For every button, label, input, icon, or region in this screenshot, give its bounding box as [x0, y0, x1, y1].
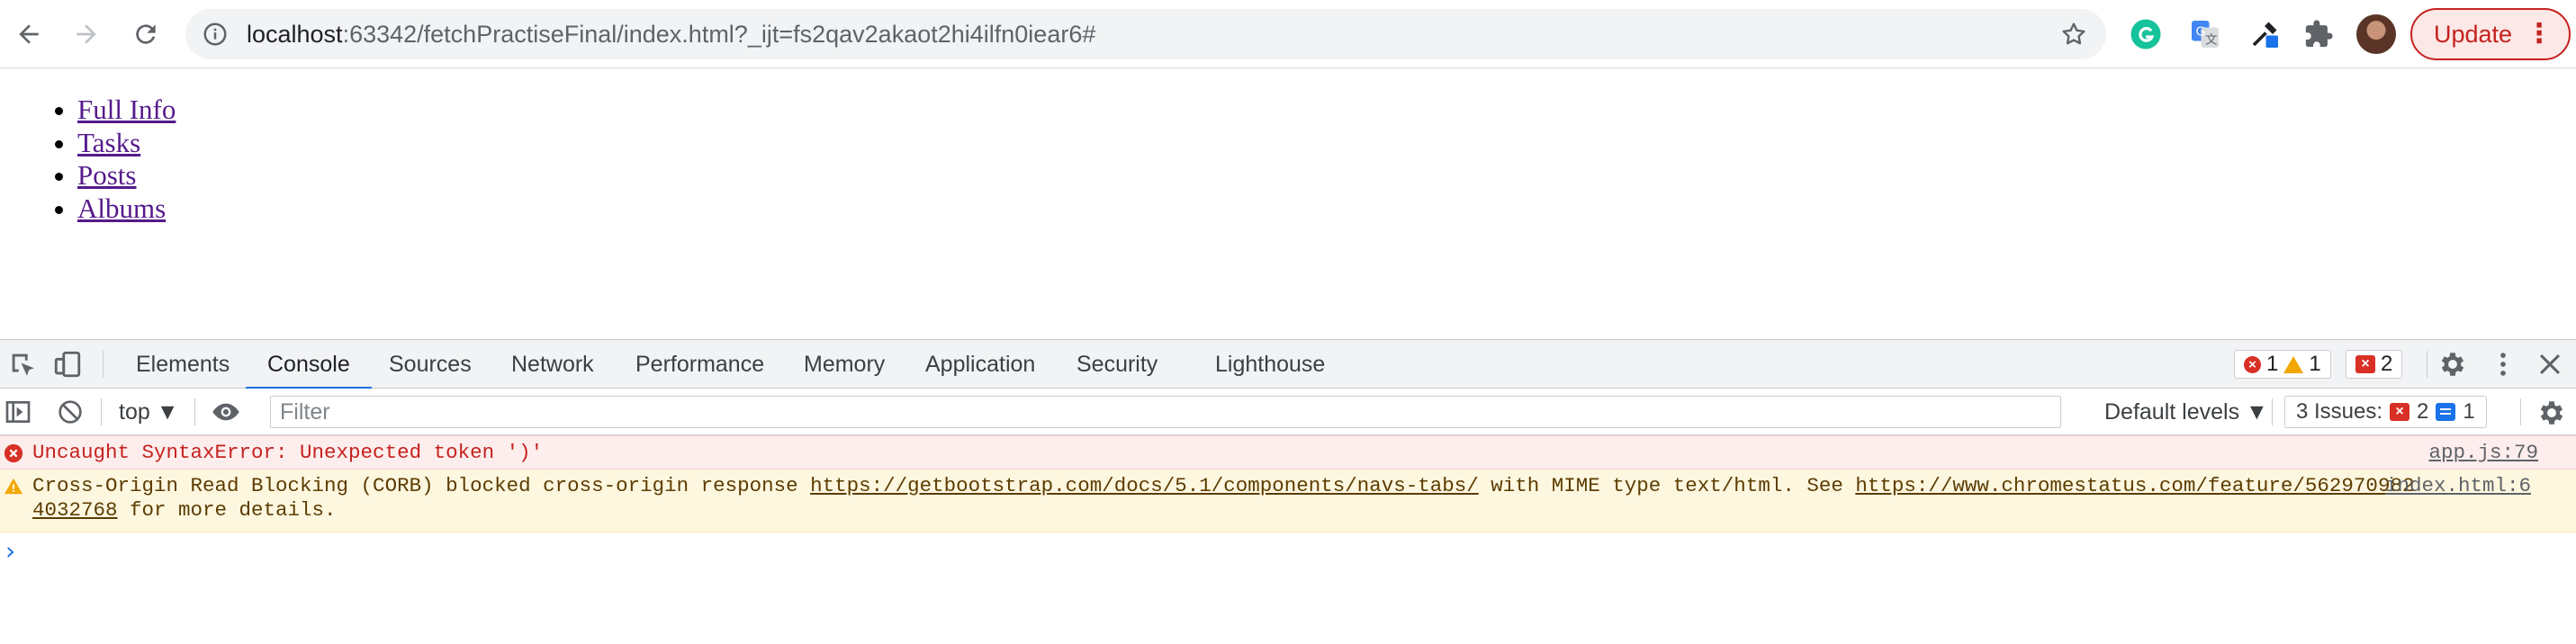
sidebar-toggle-icon[interactable] — [4, 398, 32, 426]
error-icon: × — [2244, 355, 2261, 373]
link-tasks[interactable]: Tasks — [77, 127, 140, 158]
arrow-right-icon — [77, 24, 96, 44]
link-full-info[interactable]: Full Info — [77, 94, 176, 125]
issues-label: 3 Issues: — [2296, 399, 2383, 424]
divider — [2520, 398, 2521, 425]
warning-text-post: for more details. — [117, 498, 337, 522]
more-vertical-icon[interactable] — [2488, 349, 2518, 380]
list-item: Tasks — [77, 127, 176, 160]
tab-lighthouse[interactable]: Lighthouse — [1215, 340, 1325, 389]
issue-info-icon — [2436, 403, 2456, 421]
warning-link-bootstrap[interactable]: https://getbootstrap.com/docs/5.1/compon… — [810, 474, 1479, 497]
tab-sources[interactable]: Sources — [389, 340, 472, 389]
context-select[interactable]: top ▼ — [119, 389, 178, 435]
error-text: Uncaught SyntaxError: Unexpected token '… — [32, 441, 544, 464]
grammarly-icon[interactable] — [2128, 16, 2164, 52]
issue-error-icon: × — [2390, 403, 2410, 421]
divider — [101, 398, 102, 425]
warning-link-chromestatus[interactable]: https://www.chromestatus.com/feature/562… — [1855, 474, 2414, 497]
filter-input[interactable]: Filter — [270, 396, 2061, 428]
reload-icon — [136, 24, 156, 44]
console-warning-message: Cross-Origin Read Blocking (CORB) blocke… — [0, 470, 2576, 532]
device-toolbar-icon[interactable] — [52, 349, 83, 380]
url-path: :63342/fetchPractiseFinal/index.html?_ij… — [342, 21, 1096, 48]
back-button[interactable] — [9, 14, 49, 54]
google-translate-icon[interactable]: G文 — [2187, 16, 2223, 52]
error-source-link[interactable]: app.js:79 — [2428, 441, 2538, 465]
nav-list: Full Info Tasks Posts Albums — [77, 94, 176, 225]
page-content: Full Info Tasks Posts Albums — [0, 68, 2576, 338]
log-levels-dropdown[interactable]: Default levels ▼ — [2104, 389, 2268, 435]
console-filter-bar: top ▼ Filter Default levels ▼ 3 Issues: … — [0, 389, 2576, 435]
puzzle-extension-icon[interactable] — [2301, 16, 2337, 52]
issues-blue-count: 1 — [2463, 399, 2475, 424]
warning-link-chromestatus-cont[interactable]: 4032768 — [32, 498, 118, 522]
warning-icon — [2283, 355, 2304, 373]
issues-counter[interactable]: × 2 — [2346, 350, 2403, 379]
error-circle-icon — [4, 443, 23, 463]
divider — [194, 398, 195, 425]
error-warning-counter[interactable]: × 1 1 — [2234, 350, 2331, 379]
link-posts[interactable]: Posts — [77, 159, 136, 191]
issues-button[interactable]: 3 Issues: × 2 1 — [2284, 396, 2487, 428]
warning-text-mid: with MIME type text/html. See — [1478, 474, 1856, 497]
reload-button[interactable] — [126, 14, 166, 54]
issue-error-icon: × — [2355, 355, 2375, 373]
console-prompt[interactable]: › — [5, 536, 15, 566]
warning-source-link[interactable]: index.html:6 — [2385, 474, 2531, 498]
tab-console[interactable]: Console — [246, 340, 372, 389]
warning-count: 1 — [2309, 352, 2321, 376]
list-item: Full Info — [77, 94, 176, 127]
tab-elements[interactable]: Elements — [136, 340, 230, 389]
tab-network[interactable]: Network — [511, 340, 594, 389]
warning-text-line2: 4032768 for more details. — [32, 498, 337, 523]
live-expression-eye-icon[interactable] — [211, 398, 241, 426]
url-host: localhost — [247, 21, 343, 48]
profile-avatar[interactable] — [2356, 14, 2396, 54]
bookmark-star-icon[interactable] — [2059, 20, 2088, 49]
list-item: Posts — [77, 159, 176, 192]
link-albums[interactable]: Albums — [77, 192, 166, 224]
arrow-left-icon — [19, 24, 39, 44]
divider — [103, 351, 104, 378]
inspect-element-icon[interactable] — [7, 349, 38, 380]
list-item: Albums — [77, 192, 176, 226]
url-text[interactable]: localhost:63342/fetchPractiseFinal/index… — [247, 9, 1095, 59]
clear-console-icon[interactable] — [56, 398, 85, 426]
update-button[interactable]: Update ⋮ — [2410, 8, 2571, 60]
info-icon[interactable] — [202, 21, 229, 48]
tab-application[interactable]: Application — [925, 340, 1035, 389]
warning-text-line1: Cross-Origin Read Blocking (CORB) blocke… — [32, 474, 2414, 498]
close-icon[interactable] — [2535, 349, 2565, 380]
divider — [2272, 398, 2273, 425]
tab-security[interactable]: Security — [1076, 340, 1157, 389]
update-label: Update — [2434, 21, 2513, 48]
svg-text:G: G — [2196, 25, 2205, 40]
devtools-panel: Elements Console Sources Network Perform… — [0, 339, 2576, 644]
svg-text:文: 文 — [2205, 33, 2218, 48]
browser-toolbar: localhost:63342/fetchPractiseFinal/index… — [0, 0, 2576, 68]
tab-memory[interactable]: Memory — [804, 340, 885, 389]
settings-gear-icon[interactable] — [2437, 349, 2468, 380]
more-menu-icon[interactable]: ⋮ — [2526, 10, 2553, 58]
issue-count: 2 — [2381, 352, 2393, 376]
devtools-tabbar: Elements Console Sources Network Perform… — [0, 340, 2576, 389]
warning-text-pre: Cross-Origin Read Blocking (CORB) blocke… — [32, 474, 811, 497]
error-count: 1 — [2266, 352, 2279, 376]
tab-performance[interactable]: Performance — [635, 340, 764, 389]
issues-red-count: 2 — [2417, 399, 2429, 424]
address-bar[interactable]: localhost:63342/fetchPractiseFinal/index… — [185, 9, 2106, 59]
console-settings-gear-icon[interactable] — [2536, 398, 2567, 428]
forward-button[interactable] — [67, 14, 106, 54]
warning-triangle-icon — [4, 478, 23, 495]
console-error-message: Uncaught SyntaxError: Unexpected token '… — [0, 435, 2576, 470]
color-picker-icon[interactable] — [2247, 16, 2283, 52]
